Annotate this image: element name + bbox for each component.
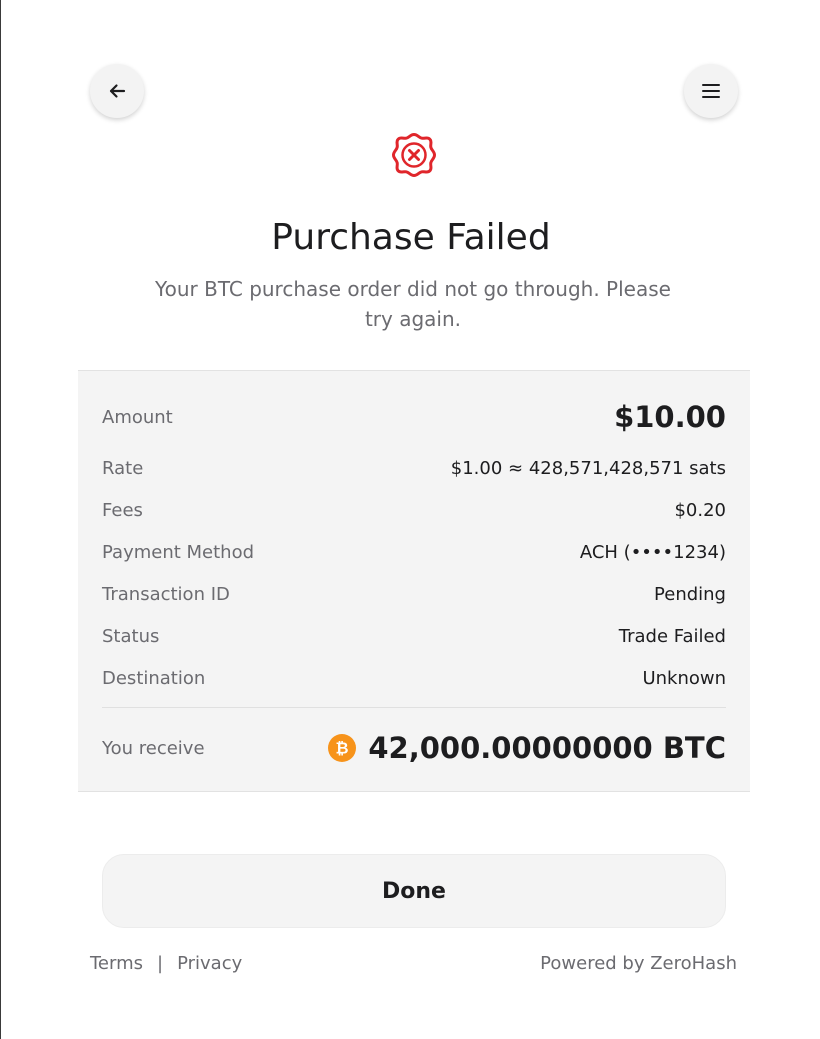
- powered-by-text: Powered by ZeroHash: [540, 953, 737, 974]
- summary-divider: [102, 707, 726, 708]
- amount-row: Amount $10.00: [102, 395, 726, 439]
- failed-badge-icon: [392, 133, 436, 177]
- destination-label: Destination: [102, 667, 206, 689]
- status-message: Your BTC purchase order did not go throu…: [155, 277, 671, 331]
- transaction-id-row: Transaction ID Pending: [102, 579, 726, 609]
- payment-method-value: ACH (••••1234): [579, 541, 726, 563]
- menu-button[interactable]: [684, 64, 738, 118]
- status-row: Status Trade Failed: [102, 621, 726, 651]
- receive-amount: 42,000.00000000 BTC: [368, 731, 726, 765]
- svg-text:₿: ₿: [336, 739, 349, 758]
- order-summary: Amount $10.00 Rate $1.00 ≈ 428,571,428,5…: [78, 370, 750, 792]
- footer-links: Terms | Privacy: [90, 952, 242, 976]
- purchase-result-screen: Purchase Failed Your BTC purchase order …: [0, 0, 820, 1039]
- amount-label: Amount: [102, 406, 173, 428]
- terms-link[interactable]: Terms: [90, 952, 143, 976]
- amount-value: $10.00: [614, 400, 726, 434]
- rate-row: Rate $1.00 ≈ 428,571,428,571 sats: [102, 453, 726, 483]
- payment-method-row: Payment Method ACH (••••1234): [102, 537, 726, 567]
- receive-value-group: ₿ 42,000.00000000 BTC: [328, 731, 726, 765]
- status-label: Status: [102, 625, 160, 647]
- arrow-left-icon: [109, 84, 126, 98]
- footer-separator: |: [157, 953, 164, 974]
- receive-row: You receive ₿ 42,000.00000000 BTC: [102, 725, 726, 771]
- rate-label: Rate: [102, 457, 144, 479]
- page-title: Purchase Failed: [271, 217, 551, 258]
- done-button[interactable]: Done: [102, 854, 726, 928]
- fees-value: $0.20: [674, 499, 726, 521]
- destination-value: Unknown: [642, 667, 726, 689]
- privacy-link[interactable]: Privacy: [177, 952, 242, 976]
- hamburger-menu-icon: [702, 84, 720, 98]
- receive-label: You receive: [102, 737, 205, 759]
- transaction-id-label: Transaction ID: [102, 583, 230, 605]
- back-button[interactable]: [90, 64, 144, 118]
- bitcoin-icon: ₿: [328, 734, 357, 762]
- destination-row: Destination Unknown: [102, 663, 726, 693]
- status-value: Trade Failed: [618, 625, 726, 647]
- payment-method-label: Payment Method: [102, 541, 255, 563]
- transaction-id-value: Pending: [654, 583, 726, 605]
- fees-label: Fees: [102, 499, 143, 521]
- fees-row: Fees $0.20: [102, 495, 726, 525]
- rate-value: $1.00 ≈ 428,571,428,571 sats: [450, 457, 726, 479]
